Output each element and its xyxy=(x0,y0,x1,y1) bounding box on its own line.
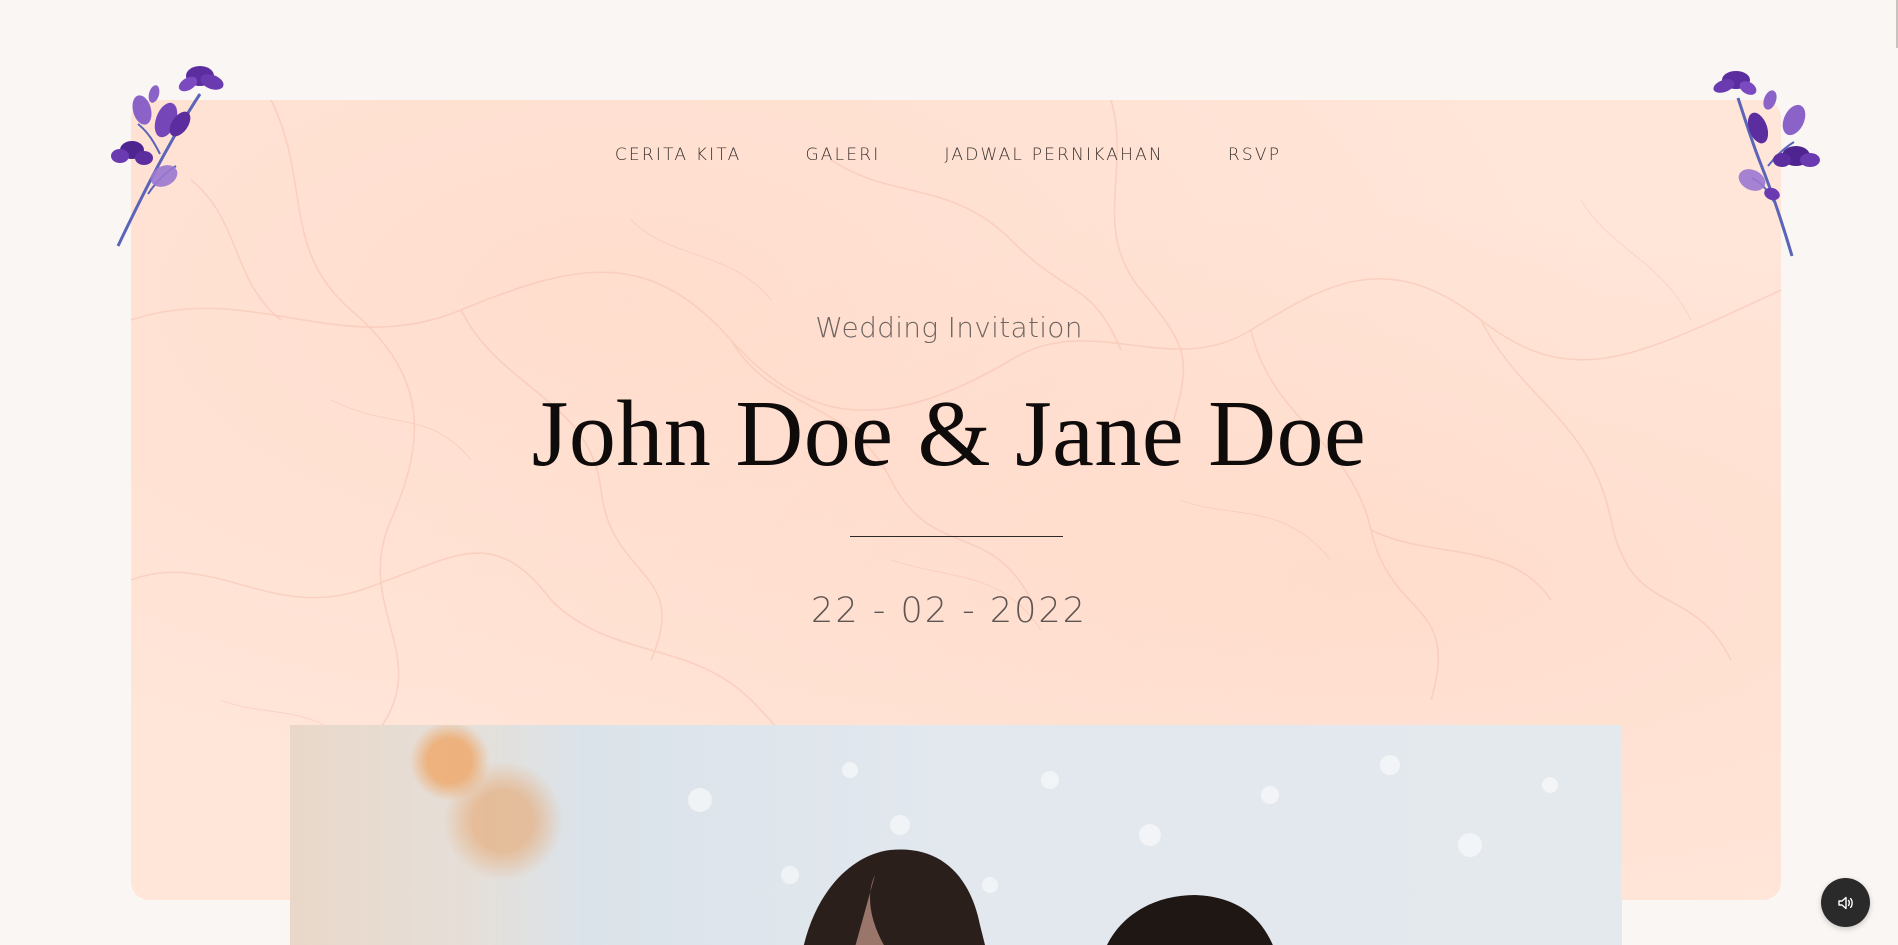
couple-photo-image xyxy=(688,755,1558,945)
lavender-flower-icon xyxy=(111,66,224,247)
lavender-flower-icon xyxy=(1713,71,1820,257)
invitation-subtitle: Wedding Invitation xyxy=(815,311,1083,344)
main-nav: CERITA KITA GALERI JADWAL PERNIKAHAN RSV… xyxy=(0,145,1898,165)
couple-photo xyxy=(290,725,1622,945)
title-divider xyxy=(850,536,1063,537)
nav-item-rsvp[interactable]: RSVP xyxy=(1228,145,1283,165)
nav-item-cerita-kita[interactable]: CERITA KITA xyxy=(615,145,744,165)
wedding-invitation-page: CERITA KITA GALERI JADWAL PERNIKAHAN RSV… xyxy=(0,0,1898,945)
speaker-icon xyxy=(1837,896,1853,909)
audio-toggle-button[interactable] xyxy=(1821,878,1870,927)
nav-item-galeri[interactable]: GALERI xyxy=(805,145,882,165)
nav-item-jadwal-pernikahan[interactable]: JADWAL PERNIKAHAN xyxy=(944,145,1165,165)
wedding-date: 22 - 02 - 2022 xyxy=(811,591,1087,631)
couple-names-heading: John Doe & Jane Doe xyxy=(531,382,1367,486)
